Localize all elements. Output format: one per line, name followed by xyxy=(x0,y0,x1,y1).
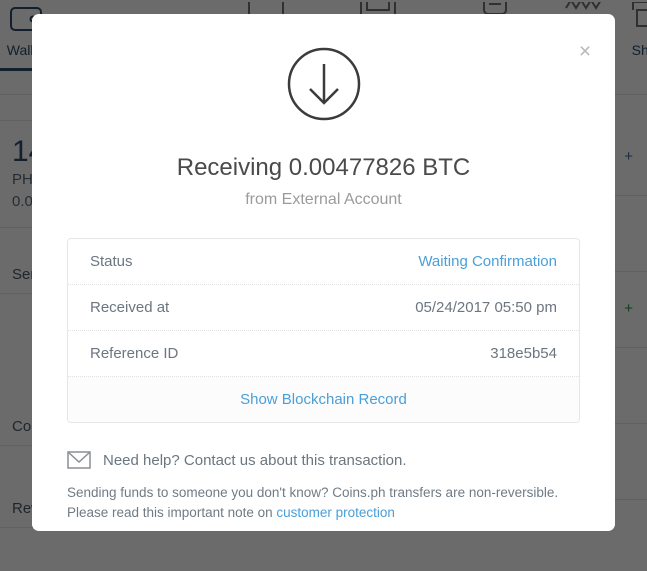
show-blockchain-record-link[interactable]: Show Blockchain Record xyxy=(68,376,579,422)
detail-value-received-at: 05/24/2017 05:50 pm xyxy=(415,299,557,316)
detail-label-received-at: Received at xyxy=(90,299,170,316)
close-icon[interactable]: × xyxy=(569,36,601,68)
download-arrow-icon xyxy=(286,14,362,127)
transaction-details-table: Status Waiting Confirmation Received at … xyxy=(67,238,580,423)
transaction-detail-modal: × Receiving 0.00477826 BTC from External… xyxy=(32,14,615,531)
table-row: Received at 05/24/2017 05:50 pm xyxy=(68,284,579,330)
detail-value-reference-id: 318e5b54 xyxy=(490,345,557,362)
table-row: Reference ID 318e5b54 xyxy=(68,330,579,376)
detail-label-status: Status xyxy=(90,253,133,270)
contact-support-row[interactable]: Need help? Contact us about this transac… xyxy=(67,451,615,469)
detail-label-reference-id: Reference ID xyxy=(90,345,179,362)
modal-subtitle: from External Account xyxy=(245,191,402,208)
customer-protection-link[interactable]: customer protection xyxy=(276,505,395,520)
contact-support-text: Need help? Contact us about this transac… xyxy=(103,451,407,469)
page-title: Receiving 0.00477826 BTC xyxy=(176,154,471,181)
disclaimer-text: Sending funds to someone you don't know?… xyxy=(67,483,577,523)
table-row: Status Waiting Confirmation xyxy=(68,239,579,284)
status-badge[interactable]: Waiting Confirmation xyxy=(418,253,557,270)
envelope-icon xyxy=(67,451,91,469)
